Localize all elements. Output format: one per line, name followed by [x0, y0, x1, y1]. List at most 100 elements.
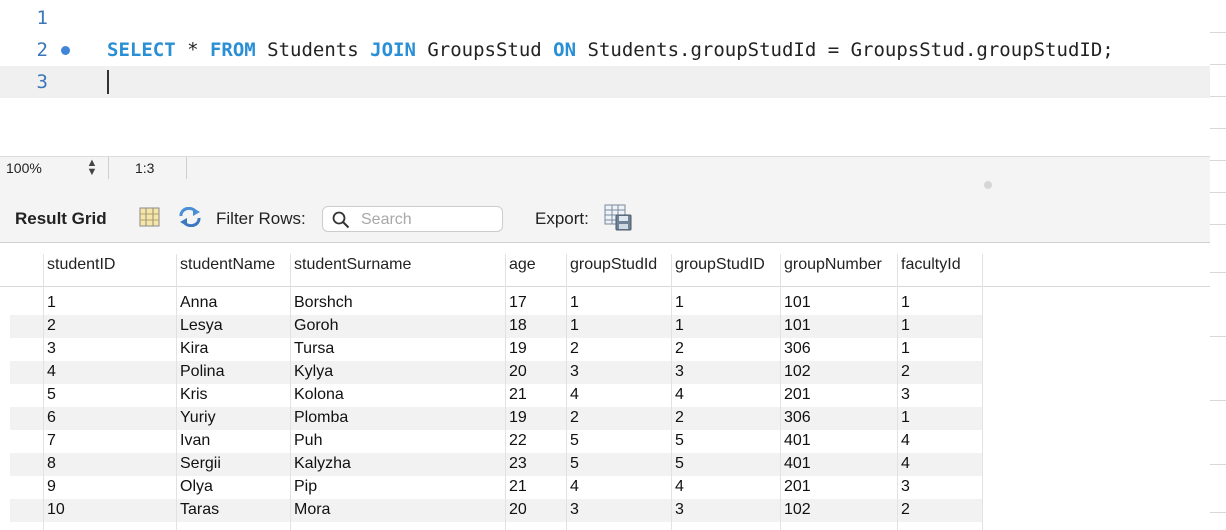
- cell-studentid[interactable]: 6: [47, 409, 56, 427]
- cell-groupnumber[interactable]: 306: [784, 340, 811, 358]
- cell-groupstudid[interactable]: 2: [570, 340, 579, 358]
- zoom-level[interactable]: 100%: [6, 160, 42, 176]
- cell-studentname[interactable]: Kris: [180, 386, 208, 404]
- cell-groupnumber[interactable]: 306: [784, 409, 811, 427]
- table-row[interactable]: 5 Kris Kolona 21 4 4 201 3: [10, 384, 982, 407]
- cell-groupnumber[interactable]: 201: [784, 386, 811, 404]
- cell-studentname[interactable]: Sergii: [180, 455, 221, 473]
- cell-studentid[interactable]: 7: [47, 432, 56, 450]
- editor-line-2[interactable]: 2 SELECT * FROM Students JOIN GroupsStud…: [0, 34, 1210, 66]
- cell-groupnumber[interactable]: 101: [784, 317, 811, 335]
- cell-studentid[interactable]: 1: [47, 294, 56, 312]
- table-row[interactable]: 1 Anna Borshch 17 1 1 101 1: [10, 292, 982, 315]
- cell-studentid[interactable]: 10: [47, 501, 65, 519]
- cell-groupstudid[interactable]: 1: [570, 294, 579, 312]
- cell-studentsurname[interactable]: Borshch: [294, 294, 353, 312]
- cell-studentname[interactable]: Ivan: [180, 432, 210, 450]
- cell-studentid[interactable]: 8: [47, 455, 56, 473]
- cell-groupstudid[interactable]: 3: [570, 501, 579, 519]
- cell-facultyid[interactable]: 1: [901, 340, 910, 358]
- cell-studentsurname[interactable]: Kylya: [294, 363, 333, 381]
- cell-studentid[interactable]: 2: [47, 317, 56, 335]
- cell-studentsurname[interactable]: Tursa: [294, 340, 334, 358]
- column-header-groupstudid[interactable]: groupStudId: [570, 256, 657, 274]
- cell-groupstudid-2[interactable]: 2: [675, 409, 684, 427]
- cell-facultyid[interactable]: 1: [901, 294, 910, 312]
- cell-age[interactable]: 21: [509, 478, 527, 496]
- sql-statement[interactable]: SELECT * FROM Students JOIN GroupsStud O…: [107, 34, 1114, 66]
- cell-studentid[interactable]: 4: [47, 363, 56, 381]
- cell-facultyid[interactable]: 4: [901, 432, 910, 450]
- table-row[interactable]: 6 Yuriy Plomba 19 2 2 306 1: [10, 407, 982, 430]
- zoom-stepper-icon[interactable]: ▲ ▼: [84, 158, 100, 178]
- cell-groupstudid-2[interactable]: 1: [675, 317, 684, 335]
- cell-groupstudid[interactable]: 5: [570, 455, 579, 473]
- cell-age[interactable]: 21: [509, 386, 527, 404]
- cell-groupstudid-2[interactable]: 5: [675, 455, 684, 473]
- editor-line-1[interactable]: 1: [0, 2, 1210, 34]
- cell-studentsurname[interactable]: Kolona: [294, 386, 344, 404]
- cell-groupstudid-2[interactable]: 1: [675, 294, 684, 312]
- cell-groupstudid[interactable]: 5: [570, 432, 579, 450]
- cell-studentname[interactable]: Kira: [180, 340, 208, 358]
- cell-groupnumber[interactable]: 102: [784, 501, 811, 519]
- cell-studentsurname[interactable]: Plomba: [294, 409, 348, 427]
- column-header-studentid[interactable]: studentID: [47, 256, 115, 274]
- column-header-facultyid[interactable]: facultyId: [901, 256, 961, 274]
- cell-facultyid[interactable]: 1: [901, 317, 910, 335]
- table-row[interactable]: 7 Ivan Puh 22 5 5 401 4: [10, 430, 982, 453]
- cell-studentname[interactable]: Lesya: [180, 317, 223, 335]
- cell-groupstudid-2[interactable]: 3: [675, 501, 684, 519]
- column-header-studentsurname[interactable]: studentSurname: [294, 256, 411, 274]
- grid-view-icon[interactable]: [139, 207, 160, 227]
- table-row[interactable]: 9 Olya Pip 21 4 4 201 3: [10, 476, 982, 499]
- table-row[interactable]: 10 Taras Mora 20 3 3 102 2: [10, 499, 982, 522]
- table-row[interactable]: 2 Lesya Goroh 18 1 1 101 1: [10, 315, 982, 338]
- cell-age[interactable]: 20: [509, 501, 527, 519]
- column-header-groupstudid-2[interactable]: groupStudID: [675, 256, 765, 274]
- cell-facultyid[interactable]: 2: [901, 363, 910, 381]
- cell-studentid[interactable]: 5: [47, 386, 56, 404]
- cell-groupnumber[interactable]: 401: [784, 455, 811, 473]
- cell-age[interactable]: 19: [509, 409, 527, 427]
- cell-studentname[interactable]: Yuriy: [180, 409, 216, 427]
- cell-age[interactable]: 22: [509, 432, 527, 450]
- cell-age[interactable]: 20: [509, 363, 527, 381]
- cell-studentsurname[interactable]: Puh: [294, 432, 322, 450]
- cell-groupnumber[interactable]: 201: [784, 478, 811, 496]
- cell-studentname[interactable]: Anna: [180, 294, 217, 312]
- cell-groupstudid[interactable]: 2: [570, 409, 579, 427]
- cell-facultyid[interactable]: 1: [901, 409, 910, 427]
- cell-studentname[interactable]: Taras: [180, 501, 219, 519]
- cell-groupnumber[interactable]: 101: [784, 294, 811, 312]
- cell-studentname[interactable]: Olya: [180, 478, 213, 496]
- cell-facultyid[interactable]: 3: [901, 386, 910, 404]
- cell-age[interactable]: 19: [509, 340, 527, 358]
- cell-facultyid[interactable]: 3: [901, 478, 910, 496]
- cell-studentsurname[interactable]: Kalyzha: [294, 455, 351, 473]
- cell-groupstudid-2[interactable]: 5: [675, 432, 684, 450]
- cell-groupstudid-2[interactable]: 4: [675, 478, 684, 496]
- column-header-age[interactable]: age: [509, 256, 536, 274]
- table-row[interactable]: 3 Kira Tursa 19 2 2 306 1: [10, 338, 982, 361]
- cell-groupnumber[interactable]: 401: [784, 432, 811, 450]
- cell-studentname[interactable]: Polina: [180, 363, 224, 381]
- refresh-icon[interactable]: [178, 207, 202, 227]
- cell-age[interactable]: 23: [509, 455, 527, 473]
- filter-search-input[interactable]: [361, 210, 496, 230]
- column-header-groupnumber[interactable]: groupNumber: [784, 256, 882, 274]
- cell-studentid[interactable]: 9: [47, 478, 56, 496]
- cell-groupnumber[interactable]: 102: [784, 363, 811, 381]
- cell-groupstudid[interactable]: 4: [570, 478, 579, 496]
- cell-groupstudid[interactable]: 1: [570, 317, 579, 335]
- cell-studentsurname[interactable]: Mora: [294, 501, 330, 519]
- table-row[interactable]: 8 Sergii Kalyzha 23 5 5 401 4: [10, 453, 982, 476]
- cell-facultyid[interactable]: 4: [901, 455, 910, 473]
- cell-groupstudid-2[interactable]: 2: [675, 340, 684, 358]
- sql-editor[interactable]: 1 2 SELECT * FROM Students JOIN GroupsSt…: [0, 0, 1210, 156]
- cell-studentsurname[interactable]: Goroh: [294, 317, 338, 335]
- cell-age[interactable]: 17: [509, 294, 527, 312]
- cell-facultyid[interactable]: 2: [901, 501, 910, 519]
- cell-groupstudid-2[interactable]: 3: [675, 363, 684, 381]
- result-grid[interactable]: studentID studentName studentSurname age…: [0, 244, 1210, 530]
